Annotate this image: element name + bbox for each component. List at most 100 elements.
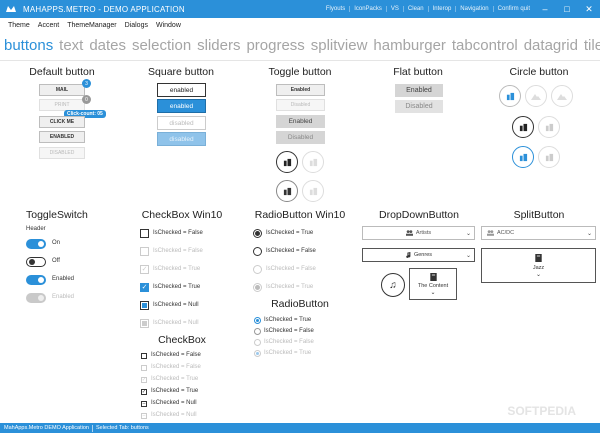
checkbox-6[interactable]: – xyxy=(141,413,147,419)
checkbox-2[interactable] xyxy=(141,365,147,371)
radio-2[interactable] xyxy=(254,328,261,335)
maximize-icon[interactable]: □ xyxy=(556,0,578,18)
toggleswitch-off[interactable] xyxy=(26,257,46,267)
tab-buttons[interactable]: buttons xyxy=(4,34,53,58)
circle-button-7[interactable] xyxy=(538,146,560,168)
radio-1[interactable] xyxy=(254,317,261,324)
tab-tabcontrol[interactable]: tabcontrol xyxy=(452,34,518,58)
tab-datagrid[interactable]: datagrid xyxy=(524,34,578,58)
minimize-icon[interactable]: – xyxy=(534,0,556,18)
checkbox-5[interactable]: – xyxy=(141,401,147,407)
dropdown-genres[interactable]: Genres ⌄ xyxy=(362,248,475,262)
checkbox-win10-3[interactable]: ✓ xyxy=(140,265,149,274)
checkbox-win10-5[interactable] xyxy=(140,301,149,310)
toggle-enabled-button[interactable]: Enabled xyxy=(276,84,325,96)
checkbox-4[interactable]: ✓ xyxy=(141,389,147,395)
menu-dialogs[interactable]: Dialogs xyxy=(121,22,152,29)
checkbox-win10-title: CheckBox Win10 xyxy=(141,209,223,221)
checkbox-win10-6[interactable] xyxy=(140,319,149,328)
radio-4[interactable] xyxy=(254,350,261,357)
checkbox-3[interactable]: ✓ xyxy=(141,377,147,383)
radio-win10-3-label: IsChecked = False xyxy=(266,266,316,272)
people-icon xyxy=(309,187,318,196)
toggleswitch-title: ToggleSwitch xyxy=(26,209,88,221)
cmd-clean[interactable]: Clean xyxy=(402,6,428,12)
dropdown-music-circle[interactable]: ♫ xyxy=(381,273,405,297)
menu-accent[interactable]: Accent xyxy=(34,22,63,29)
toggle-circle-gray[interactable] xyxy=(276,180,298,202)
toggle-circle-disabled[interactable] xyxy=(302,151,324,173)
flat-disabled-button[interactable]: Disabled xyxy=(395,100,443,113)
checkbox-win10-1[interactable] xyxy=(140,229,149,238)
mountain-icon xyxy=(557,92,567,100)
splitbutton-jazz[interactable]: Jazz ⌄ xyxy=(481,248,596,283)
circle-button-4[interactable] xyxy=(512,116,534,138)
cmd-interop[interactable]: Interop xyxy=(427,6,456,12)
dropdown-artists[interactable]: Artists ⌄ xyxy=(362,226,475,240)
square-disabled-active-button[interactable]: disabled xyxy=(157,132,206,146)
tab-splitview[interactable]: splitview xyxy=(311,34,368,58)
chevron-down-icon: ⌄ xyxy=(465,252,471,259)
radio-3[interactable] xyxy=(254,339,261,346)
click-me-button[interactable]: CLICK ME xyxy=(39,116,85,128)
toggleswitch-disabled[interactable] xyxy=(26,293,46,303)
square-enabled-active-button[interactable]: enabled xyxy=(157,99,206,113)
square-disabled-button[interactable]: disabled xyxy=(157,116,206,130)
flat-button-title: Flat button xyxy=(393,66,443,78)
toggle-disabled-flat-button[interactable]: Disabled xyxy=(276,131,325,144)
close-icon[interactable]: ✕ xyxy=(578,0,600,18)
mail-button[interactable]: MAIL xyxy=(39,84,85,96)
checkbox-win10-4[interactable]: ✓ xyxy=(140,283,149,292)
flat-enabled-button[interactable]: Enabled xyxy=(395,84,443,97)
radio-4-label: IsChecked = True xyxy=(264,350,312,356)
dropdown-title: DropDownButton xyxy=(379,209,459,221)
cmd-flyouts[interactable]: Flyouts xyxy=(322,6,349,12)
cmd-iconpacks[interactable]: IconPacks xyxy=(349,6,386,12)
circle-button-5[interactable] xyxy=(538,116,560,138)
cmd-vs[interactable]: VS xyxy=(385,6,403,12)
people-icon xyxy=(519,123,528,132)
radio-win10-2[interactable] xyxy=(253,247,262,256)
circle-button-1[interactable] xyxy=(499,85,521,107)
tab-tiles[interactable]: tiles xyxy=(584,34,600,58)
tab-text[interactable]: text xyxy=(59,34,83,58)
circle-button-2[interactable] xyxy=(525,85,547,107)
status-separator xyxy=(91,424,93,432)
toggle-circle-disabled-2[interactable] xyxy=(302,180,324,202)
toggleswitch-disabled-label: Enabled xyxy=(52,294,75,300)
disabled-button[interactable]: DISABLED xyxy=(39,147,85,159)
toggle-button-title: Toggle button xyxy=(268,66,332,78)
checkbox-win10-2-label: IsChecked = False xyxy=(153,248,203,254)
toggleswitch-on[interactable] xyxy=(26,239,46,249)
toggle-enabled-flat-button[interactable]: Enabled xyxy=(276,115,325,128)
tab-selection[interactable]: selection xyxy=(132,34,191,58)
people-icon xyxy=(545,153,554,162)
checkbox-win10-2[interactable] xyxy=(140,247,149,256)
square-enabled-button[interactable]: enabled xyxy=(157,83,206,97)
radio-win10-4[interactable] xyxy=(253,283,262,292)
chevron-down-icon: ⌄ xyxy=(586,230,592,237)
tab-hamburger[interactable]: hamburger xyxy=(373,34,446,58)
cmd-confirm-quit[interactable]: Confirm quit xyxy=(492,6,534,12)
circle-button-3[interactable] xyxy=(551,85,573,107)
radio-win10-3[interactable] xyxy=(253,265,262,274)
cmd-navigation[interactable]: Navigation xyxy=(455,6,492,12)
checkbox-1[interactable] xyxy=(141,353,147,359)
toggle-disabled-button[interactable]: Disabled xyxy=(276,99,325,111)
tab-dates[interactable]: dates xyxy=(89,34,126,58)
people-icon xyxy=(405,230,413,236)
checkbox-3-label: IsChecked = True xyxy=(151,376,199,382)
toggleswitch-enabled[interactable] xyxy=(26,275,46,285)
toggle-circle-dark[interactable] xyxy=(276,151,298,173)
enabled-button[interactable]: ENABLED xyxy=(39,131,85,143)
menu-theme[interactable]: Theme xyxy=(4,22,34,29)
tab-progress[interactable]: progress xyxy=(246,34,304,58)
splitbutton-acdc[interactable]: AC/DC ⌄ xyxy=(481,226,596,240)
status-bar: MahApps.Metro DEMO Application Selected … xyxy=(0,423,600,433)
dropdown-content[interactable]: The Content ⌄ xyxy=(409,268,457,300)
menu-thememanager[interactable]: ThemeManager xyxy=(63,22,120,29)
radio-win10-1[interactable] xyxy=(253,229,262,238)
tab-sliders[interactable]: sliders xyxy=(197,34,240,58)
circle-button-6[interactable] xyxy=(512,146,534,168)
menu-window[interactable]: Window xyxy=(152,22,185,29)
